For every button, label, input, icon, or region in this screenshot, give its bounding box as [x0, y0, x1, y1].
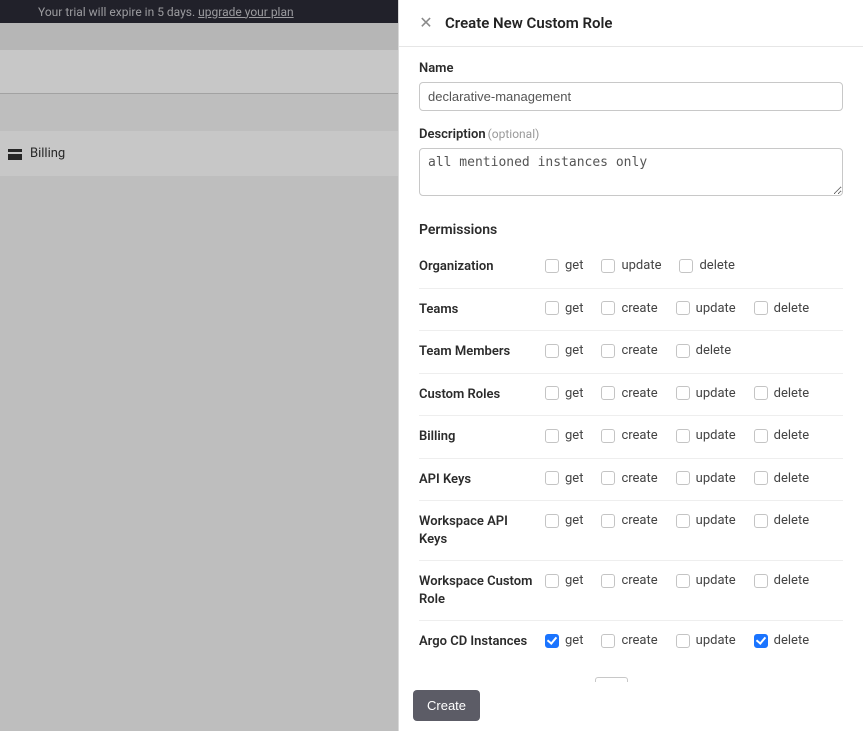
panel-body: Name Description(optional) Permissions O…: [399, 47, 863, 682]
name-label: Name: [419, 61, 843, 76]
perm-row-teams: Teams get create update delete: [419, 289, 843, 332]
panel-footer: Create: [399, 682, 863, 731]
create-custom-role-panel: ✕ Create New Custom Role Name Descriptio…: [398, 0, 863, 731]
perm-ws-api-keys-delete[interactable]: delete: [754, 513, 809, 528]
perm-name: Billing: [419, 428, 545, 446]
perm-api-keys-get[interactable]: get: [545, 471, 583, 486]
perm-teams-delete[interactable]: delete: [754, 301, 809, 316]
name-input[interactable]: [419, 82, 843, 111]
perm-row-billing: Billing get create update delete: [419, 416, 843, 459]
perm-row-workspace-custom-role: Workspace Custom Role get create update …: [419, 561, 843, 621]
description-input[interactable]: [419, 148, 843, 196]
perm-billing-get[interactable]: get: [545, 428, 583, 443]
perm-ws-api-keys-get[interactable]: get: [545, 513, 583, 528]
perm-name: Custom Roles: [419, 386, 545, 404]
perm-ws-custom-role-create[interactable]: create: [601, 573, 657, 588]
perm-api-keys-create[interactable]: create: [601, 471, 657, 486]
perm-name: Workspace Custom Role: [419, 573, 545, 608]
perm-ws-custom-role-delete[interactable]: delete: [754, 573, 809, 588]
perm-custom-roles-create[interactable]: create: [601, 386, 657, 401]
perm-billing-create[interactable]: create: [601, 428, 657, 443]
perm-argocd-update[interactable]: update: [676, 633, 736, 648]
perm-row-workspace-api-keys: Workspace API Keys get create update del…: [419, 501, 843, 561]
perm-ws-custom-role-update[interactable]: update: [676, 573, 736, 588]
perm-row-custom-roles: Custom Roles get create update delete: [419, 374, 843, 417]
perm-custom-roles-delete[interactable]: delete: [754, 386, 809, 401]
create-button[interactable]: Create: [413, 690, 480, 721]
perm-ws-api-keys-create[interactable]: create: [601, 513, 657, 528]
perm-name: Workspace API Keys: [419, 513, 545, 548]
perm-organization-delete[interactable]: delete: [679, 258, 734, 273]
perm-api-keys-delete[interactable]: delete: [754, 471, 809, 486]
perm-api-keys-update[interactable]: update: [676, 471, 736, 486]
perm-organization-get[interactable]: get: [545, 258, 583, 273]
perm-teams-get[interactable]: get: [545, 301, 583, 316]
perm-row-team-members: Team Members get create delete: [419, 331, 843, 374]
perm-argocd-delete[interactable]: delete: [754, 633, 809, 648]
perm-billing-delete[interactable]: delete: [754, 428, 809, 443]
perm-row-organization: Organization get update delete: [419, 246, 843, 289]
perm-organization-update[interactable]: update: [601, 258, 661, 273]
perm-teams-update[interactable]: update: [676, 301, 736, 316]
perm-custom-roles-get[interactable]: get: [545, 386, 583, 401]
perm-team-members-get[interactable]: get: [545, 343, 583, 358]
description-label: Description(optional): [419, 127, 843, 142]
perm-ws-api-keys-update[interactable]: update: [676, 513, 736, 528]
perm-billing-update[interactable]: update: [676, 428, 736, 443]
perm-row-argocd-instances: Argo CD Instances get create update dele…: [419, 621, 843, 663]
close-icon[interactable]: ✕: [417, 14, 435, 32]
perm-name: Organization: [419, 258, 545, 276]
perm-teams-create[interactable]: create: [601, 301, 657, 316]
perm-name: Team Members: [419, 343, 545, 361]
perm-team-members-create[interactable]: create: [601, 343, 657, 358]
perm-argocd-get[interactable]: get: [545, 633, 583, 648]
panel-title: Create New Custom Role: [445, 14, 613, 32]
perm-name: Argo CD Instances: [419, 633, 545, 651]
perm-custom-roles-update[interactable]: update: [676, 386, 736, 401]
permissions-heading: Permissions: [419, 222, 843, 238]
optional-hint: (optional): [488, 127, 540, 141]
perm-ws-custom-role-get[interactable]: get: [545, 573, 583, 588]
panel-header: ✕ Create New Custom Role: [399, 0, 863, 47]
perm-team-members-delete[interactable]: delete: [676, 343, 731, 358]
perm-row-api-keys: API Keys get create update delete: [419, 459, 843, 502]
perm-name: Teams: [419, 301, 545, 319]
perm-argocd-create[interactable]: create: [601, 633, 657, 648]
perm-name: API Keys: [419, 471, 545, 489]
